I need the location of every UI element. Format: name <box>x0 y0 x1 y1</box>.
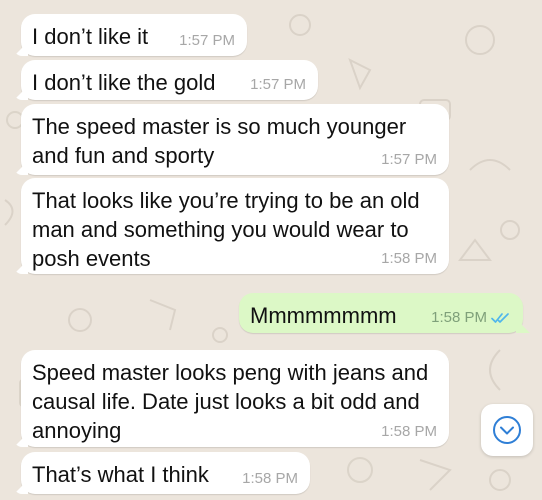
timestamp-text: 1:57 PM <box>381 151 437 168</box>
incoming-message[interactable]: The speed master is so much younger and … <box>21 104 449 175</box>
incoming-message[interactable]: I don’t like it 1:57 PM <box>21 14 247 56</box>
double-check-read-icon <box>491 313 509 323</box>
scroll-to-bottom-button[interactable] <box>481 404 533 456</box>
timestamp-text: 1:58 PM <box>381 250 437 267</box>
incoming-message[interactable]: That looks like you’re trying to be an o… <box>21 178 449 274</box>
message-timestamp: 1:58 PM <box>381 250 437 268</box>
incoming-message[interactable]: That’s what I think 1:58 PM <box>21 452 310 494</box>
message-timestamp: 1:57 PM <box>179 32 235 50</box>
message-timestamp: 1:57 PM <box>250 76 306 94</box>
incoming-message[interactable]: Speed master looks peng with jeans and c… <box>21 350 449 447</box>
chevron-down-circle-icon <box>493 416 521 444</box>
message-timestamp: 1:58 PM <box>242 470 298 488</box>
message-text: I don’t like it <box>32 24 149 49</box>
timestamp-text: 1:58 PM <box>431 309 487 326</box>
timestamp-text: 1:58 PM <box>242 470 298 487</box>
message-text: Speed master looks peng with jeans and c… <box>32 360 429 443</box>
timestamp-text: 1:58 PM <box>381 423 437 440</box>
message-text: That’s what I think <box>32 462 209 487</box>
message-timestamp: 1:57 PM <box>381 151 437 169</box>
timestamp-text: 1:57 PM <box>179 32 235 49</box>
timestamp-text: 1:57 PM <box>250 76 306 93</box>
incoming-message[interactable]: I don’t like the gold 1:57 PM <box>21 60 318 100</box>
message-text: I don’t like the gold <box>32 70 216 95</box>
message-text: That looks like you’re trying to be an o… <box>32 188 420 271</box>
message-timestamp: 1:58 PM <box>431 309 511 327</box>
message-text: The speed master is so much younger and … <box>32 114 407 168</box>
message-text: Mmmmmmmm <box>250 303 397 328</box>
message-timestamp: 1:58 PM <box>381 423 437 441</box>
outgoing-message[interactable]: Mmmmmmmm 1:58 PM <box>239 293 523 333</box>
